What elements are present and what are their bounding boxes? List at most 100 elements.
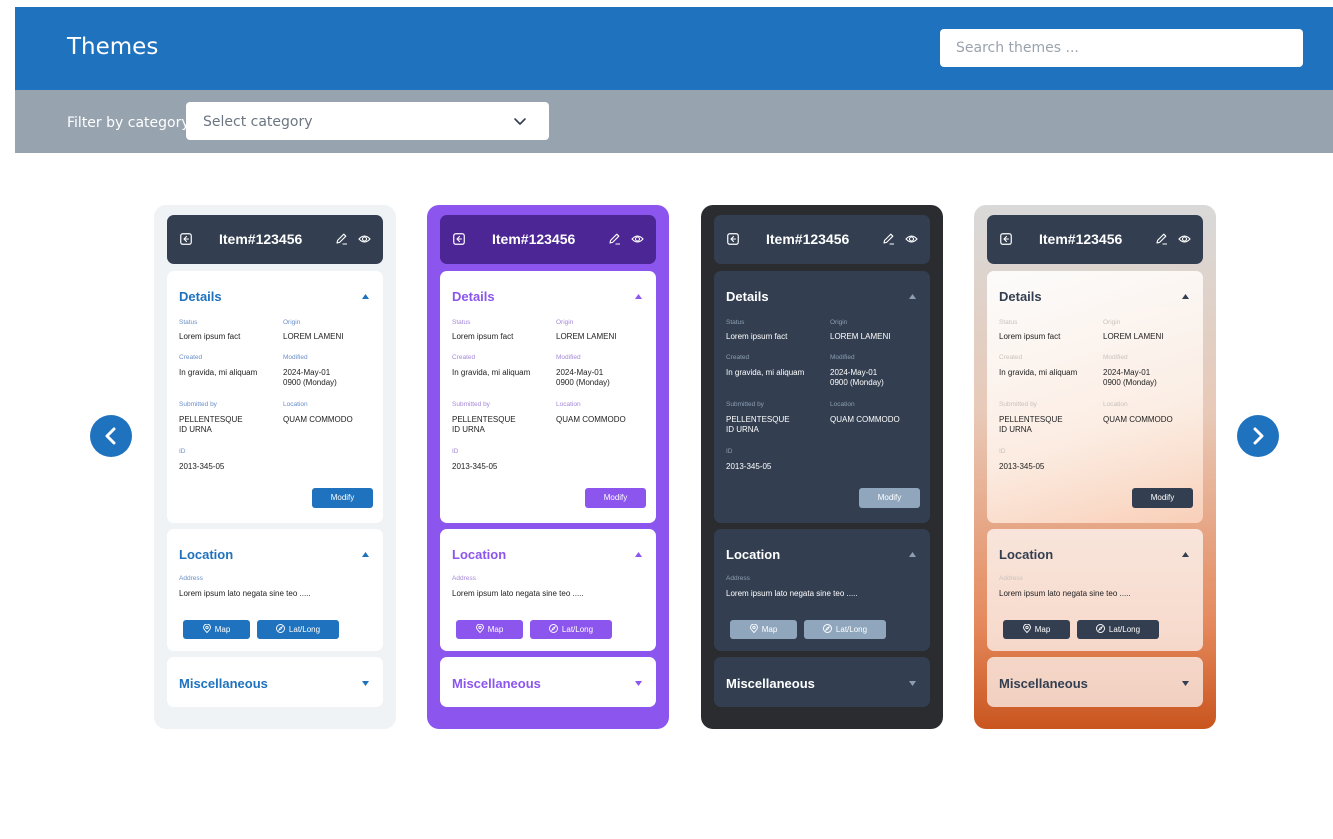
expand-icon[interactable] [1182,681,1189,686]
status-value: Lorem ipsum fact [999,332,1061,341]
collapse-icon[interactable] [1182,552,1189,557]
status-value: Lorem ipsum fact [726,332,788,341]
id-label: ID [726,448,733,455]
location-field-value: QUAM COMMODO [556,415,626,424]
edit-icon[interactable] [1155,232,1168,245]
latlong-button[interactable]: Lat/Long [530,620,612,639]
details-title[interactable]: Details [179,289,222,304]
details-title[interactable]: Details [999,289,1042,304]
edit-icon[interactable] [608,232,621,245]
location-title[interactable]: Location [179,547,233,562]
edit-icon[interactable] [335,232,348,245]
modified-label: Modified [556,354,581,361]
item-title: Item#123456 [766,231,850,247]
status-label: Status [179,319,198,326]
category-select[interactable]: Select category [186,102,549,140]
map-button-label: Map [214,625,231,634]
item-header: Item#123456 [167,215,383,264]
location-field-label: Location [556,401,581,408]
location-title[interactable]: Location [999,547,1053,562]
collapse-icon[interactable] [909,552,916,557]
status-label: Status [726,319,745,326]
carousel-next-button[interactable] [1237,415,1279,457]
map-button[interactable]: Map [456,620,523,639]
location-field-label: Location [830,401,855,408]
modify-button[interactable]: Modify [312,488,373,508]
modify-button[interactable]: Modify [859,488,920,508]
map-button[interactable]: Map [1003,620,1070,639]
address-label: Address [179,575,203,582]
modified-date: 2024-May-01 [1103,368,1151,377]
modified-date: 2024-May-01 [283,368,331,377]
edit-icon[interactable] [882,232,895,245]
location-title[interactable]: Location [726,547,780,562]
map-button[interactable]: Map [183,620,250,639]
miscellaneous-section: Miscellaneous [987,657,1203,707]
back-icon[interactable] [453,233,465,245]
address-value: Lorem ipsum lato negata sine teo ..... [179,589,311,598]
id-value: 2013-345-05 [179,462,225,471]
app-header: Themes [15,7,1333,90]
compass-icon [1095,624,1105,633]
page: Themes Filter by category Select categor… [15,7,1333,839]
carousel-prev-button[interactable] [90,415,132,457]
expand-icon[interactable] [909,681,916,686]
map-button-label: Map [487,625,504,634]
latlong-button[interactable]: Lat/Long [1077,620,1159,639]
latlong-button[interactable]: Lat/Long [257,620,339,639]
id-label: ID [452,448,459,455]
map-button[interactable]: Map [730,620,797,639]
details-section: Details Status Lorem ipsum fact Origin L… [440,271,656,523]
back-icon[interactable] [727,233,739,245]
submitted-value-line1: PELLENTESQUE [179,415,243,424]
submitted-value-line1: PELLENTESQUE [726,415,790,424]
collapse-icon[interactable] [635,552,642,557]
submitted-label: Submitted by [452,401,490,408]
created-value: In gravida, mi aliquam [726,368,805,377]
collapse-icon[interactable] [1182,294,1189,299]
modified-time: 0900 (Monday) [830,378,884,387]
latlong-button-label: Lat/Long [288,625,321,634]
collapse-icon[interactable] [362,552,369,557]
eye-icon[interactable] [631,233,644,245]
back-icon[interactable] [1000,233,1012,245]
latlong-button-label: Lat/Long [1108,625,1141,634]
submitted-label: Submitted by [726,401,764,408]
origin-label: Origin [830,319,848,326]
collapse-icon[interactable] [635,294,642,299]
latlong-button-label: Lat/Long [835,625,868,634]
back-icon[interactable] [180,233,192,245]
miscellaneous-section: Miscellaneous [440,657,656,707]
expand-icon[interactable] [635,681,642,686]
compass-icon [275,624,285,633]
submitted-value-line2: ID URNA [452,425,485,434]
misc-title[interactable]: Miscellaneous [452,676,541,691]
eye-icon[interactable] [905,233,918,245]
modify-button[interactable]: Modify [585,488,646,508]
misc-title[interactable]: Miscellaneous [999,676,1088,691]
map-pin-icon [1022,623,1031,634]
details-title[interactable]: Details [726,289,769,304]
eye-icon[interactable] [1178,233,1191,245]
expand-icon[interactable] [362,681,369,686]
search-input[interactable] [940,29,1303,67]
misc-title[interactable]: Miscellaneous [726,676,815,691]
miscellaneous-section: Miscellaneous [167,657,383,707]
location-field-value: QUAM COMMODO [283,415,353,424]
latlong-button[interactable]: Lat/Long [804,620,886,639]
item-title: Item#123456 [1039,231,1123,247]
collapse-icon[interactable] [909,294,916,299]
origin-value: LOREM LAMENI [283,332,344,341]
status-label: Status [452,319,471,326]
submitted-value-line2: ID URNA [999,425,1032,434]
location-title[interactable]: Location [452,547,506,562]
misc-title[interactable]: Miscellaneous [179,676,268,691]
modify-button[interactable]: Modify [1132,488,1193,508]
eye-icon[interactable] [358,233,371,245]
details-title[interactable]: Details [452,289,495,304]
created-label: Created [452,354,476,361]
address-label: Address [452,575,476,582]
collapse-icon[interactable] [362,294,369,299]
item-header: Item#123456 [714,215,930,264]
location-field-label: Location [283,401,308,408]
